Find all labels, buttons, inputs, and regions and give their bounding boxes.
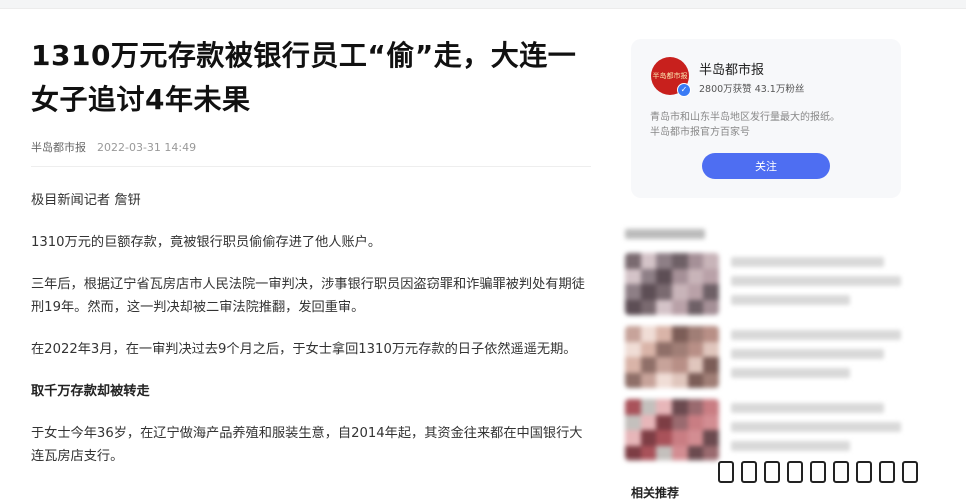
carousel-dot[interactable]: [718, 461, 734, 483]
recommendation-item[interactable]: [625, 253, 915, 326]
recommendation-thumbnail: [625, 399, 719, 461]
recommendation-text-blurred: [731, 330, 901, 387]
recommendation-text-blurred: [731, 403, 901, 460]
carousel-dot[interactable]: [856, 461, 872, 483]
author-description-line: 青岛市和山东半岛地区发行量最大的报纸。: [650, 112, 840, 123]
article-source-link[interactable]: 半岛都市报: [31, 139, 86, 155]
article-paragraph: 极目新闻记者 詹钘: [31, 193, 141, 208]
carousel-dot[interactable]: [741, 461, 757, 483]
avatar-logo-text: 半岛都市报: [652, 72, 688, 80]
publish-date: 2022-03-31 14:49: [97, 140, 197, 154]
author-card: 半岛都市报 ✓ 半岛都市报 2800万获赞 43.1万粉丝 青岛市和山东半岛地区…: [631, 39, 901, 198]
recommendation-text-blurred: [731, 257, 901, 314]
author-description: 青岛市和山东半岛地区发行量最大的报纸。 半岛都市报官方百家号: [650, 110, 890, 140]
recommendation-item[interactable]: [625, 326, 915, 399]
top-bar: [0, 0, 966, 9]
article-paragraph: 于女士今年36岁，在辽宁做海产品养殖和服装生意，自2014年起，其资金往来都在中…: [31, 426, 583, 464]
article: 1310万元存款被银行员工“偷”走，大连一女子追讨4年未果 半岛都市报 2022…: [31, 34, 591, 487]
recommendation-list: [625, 253, 915, 472]
article-title: 1310万元存款被银行员工“偷”走，大连一女子追讨4年未果: [31, 39, 577, 116]
follow-button[interactable]: 关注: [702, 153, 830, 179]
carousel-dot[interactable]: [810, 461, 826, 483]
carousel-dot[interactable]: [879, 461, 895, 483]
author-description-line: 半岛都市报官方百家号: [650, 127, 750, 138]
divider: [31, 166, 591, 167]
author-name[interactable]: 半岛都市报: [699, 59, 764, 78]
related-recommendations-heading: 相关推荐: [631, 486, 680, 500]
article-body: 极目新闻记者 詹钘 1310万元的巨额存款，竟被银行职员偷偷存进了他人账户。三年后…: [31, 189, 591, 468]
section-heading: 取千万存款却被转走: [31, 384, 150, 399]
verified-check-icon: ✓: [677, 83, 691, 97]
article-paragraph: 三年后，根据辽宁省瓦房店市人民法院一审判决，涉事银行职员因盗窃罪和诈骗罪被判处有…: [31, 277, 585, 315]
article-paragraph: 在2022年3月，在一审判决过去9个月之后，于女士拿回1310万元存款的日子依然…: [31, 342, 577, 357]
carousel-dot[interactable]: [787, 461, 803, 483]
carousel-indicator[interactable]: [718, 460, 918, 484]
author-stats: 2800万获赞 43.1万粉丝: [699, 84, 805, 95]
carousel-dot[interactable]: [902, 461, 918, 483]
carousel-dot[interactable]: [833, 461, 849, 483]
article-meta: 半岛都市报 2022-03-31 14:49: [31, 138, 591, 156]
carousel-dot[interactable]: [764, 461, 780, 483]
blurred-section-title: [625, 225, 710, 243]
article-paragraph: 1310万元的巨额存款，竟被银行职员偷偷存进了他人账户。: [31, 235, 382, 250]
recommendation-thumbnail: [625, 253, 719, 315]
recommendation-thumbnail: [625, 326, 719, 388]
